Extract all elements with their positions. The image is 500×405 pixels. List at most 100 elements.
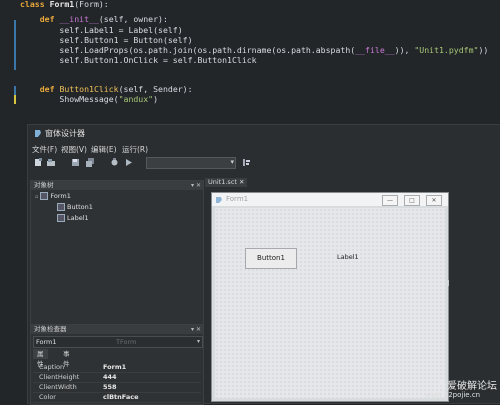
debug-icon[interactable] — [110, 158, 119, 167]
tab-properties[interactable]: 属性 — [33, 349, 48, 368]
label1-control[interactable]: Label1 — [337, 253, 359, 261]
code-token: "andux" — [118, 94, 154, 104]
resize-handle[interactable] — [448, 280, 449, 286]
panel-pin-close-icon[interactable]: ▾ ✕ — [191, 181, 201, 190]
design-surface: Unit1.sct ✕ Form1 — □ ✕ Button1 Label1 — [205, 178, 500, 403]
panel-pin-close-icon[interactable]: ▾ ✕ — [191, 325, 201, 334]
designer-title: 窗体设计器 — [45, 129, 85, 138]
code-token: (Form): — [74, 0, 109, 9]
code-token: self.Button1 = Button(self) — [20, 35, 193, 45]
code-token: "Unit1.pydfm" — [414, 45, 479, 55]
property-value[interactable]: 444 — [103, 373, 117, 382]
property-name: Color — [39, 393, 56, 401]
code-line: self.LoadProps(os.path.join(os.path.dirn… — [20, 45, 488, 55]
app-icon — [35, 130, 41, 137]
selected-object: Form1 — [36, 338, 57, 346]
property-name: ClientHeight — [39, 373, 80, 381]
code-token: class — [20, 0, 50, 9]
change-marker — [14, 20, 16, 70]
form-titlebar[interactable]: Form1 — □ ✕ — [212, 193, 448, 206]
code-line: ShowMessage("andux") — [20, 94, 158, 104]
property-value[interactable]: 558 — [103, 383, 117, 392]
code-token: self.Button1.OnClick = self.Button1Click — [20, 55, 257, 65]
editor-gutter — [0, 0, 20, 124]
designer-titlebar[interactable]: 窗体设计器 — [28, 125, 500, 142]
property-value[interactable]: Form1 — [103, 363, 126, 372]
menu-view[interactable]: 视图(V) — [61, 144, 87, 155]
code-token: ) — [153, 94, 159, 104]
button-icon — [57, 203, 65, 211]
tab-unit1[interactable]: Unit1.sct ✕ — [205, 178, 248, 187]
menu-edit[interactable]: 编辑(E) — [91, 144, 117, 155]
form-designer-window[interactable]: 窗体设计器 文件(F) 视图(V) 编辑(E) 运行(R) ▾ 对象树 ▾ ✕ … — [27, 124, 500, 405]
object-inspector-title: 对象检查器 — [34, 325, 67, 333]
code-line: self.Button1 = Button(self) — [20, 35, 193, 45]
code-line: self.Button1.OnClick = self.Button1Click — [20, 55, 257, 65]
collapse-icon[interactable]: ▫ — [35, 194, 38, 200]
close-icon[interactable]: ✕ — [239, 178, 244, 186]
code-editor[interactable]: class Form1(Form): def __init__(self, ow… — [0, 0, 500, 124]
form-title: Form1 — [226, 195, 249, 203]
code-line: self.Label1 = Label(self) — [20, 25, 183, 35]
form-icon — [40, 192, 49, 200]
tree-item-label: Button1 — [67, 203, 93, 211]
watermark-title: 吾爱破解论坛 — [437, 381, 497, 392]
code-line: class Form1(Form): — [20, 0, 109, 9]
save-all-icon[interactable] — [86, 158, 95, 167]
tree-item-label1[interactable]: Label1 — [57, 214, 89, 222]
close-button[interactable]: ✕ — [426, 195, 442, 206]
run-icon[interactable] — [124, 158, 133, 167]
property-row[interactable]: ClientHeight 444 — [33, 373, 201, 383]
chevron-down-icon: ▾ — [230, 158, 234, 166]
save-icon[interactable] — [71, 158, 80, 167]
tree-item-label: Form1 — [50, 192, 71, 200]
property-name: ClientWidth — [39, 383, 77, 391]
maximize-button[interactable]: □ — [404, 195, 420, 206]
toolbar — [28, 155, 500, 171]
new-icon[interactable] — [34, 158, 43, 167]
tab-events[interactable]: 事件 — [59, 349, 74, 368]
code-token: __file__ — [355, 45, 395, 55]
code-token: self.Label1 = Label(self) — [20, 25, 183, 35]
code-token: def — [20, 84, 60, 94]
current-line-marker — [14, 95, 16, 104]
code-token: ShowMessage( — [20, 94, 119, 104]
align-icon[interactable] — [242, 158, 251, 167]
watermark-url: www.52pojie.cn — [425, 391, 481, 399]
menu-run[interactable]: 运行(R) — [122, 144, 148, 155]
tree-item-button1[interactable]: Button1 — [57, 203, 93, 211]
object-select[interactable]: Form1 TForm ▾ — [33, 336, 203, 348]
object-tree-title: 对象树 — [34, 181, 54, 189]
component-select[interactable]: ▾ — [146, 157, 236, 169]
button1-control[interactable]: Button1 — [245, 248, 297, 269]
code-token: Form1 — [49, 0, 75, 9]
code-token: __init__ — [59, 14, 99, 24]
label-icon — [57, 214, 65, 222]
menu-file[interactable]: 文件(F) — [32, 144, 57, 155]
minimize-button[interactable]: — — [382, 195, 398, 206]
code-token: (self, owner): — [98, 14, 168, 24]
chevron-down-icon: ▾ — [196, 338, 200, 345]
object-tree-header: 对象树 ▾ ✕ — [31, 181, 203, 190]
form-icon — [216, 197, 222, 203]
selected-object-type: TForm — [116, 338, 137, 346]
tree-item-form1[interactable]: ▫ Form1 — [35, 192, 71, 200]
property-name: Caption — [39, 363, 65, 371]
open-icon[interactable] — [47, 158, 56, 167]
code-token: def — [20, 14, 60, 24]
code-token: self.LoadProps(os.path.join(os.path.dirn… — [20, 45, 356, 55]
code-token: )), — [394, 45, 415, 55]
code-line: def Button1Click(self, Sender): — [20, 84, 193, 94]
property-row[interactable]: Caption Form1 — [33, 363, 201, 373]
property-value[interactable]: clBtnFace — [103, 393, 138, 402]
object-tree-panel: 对象树 ▾ ✕ ▫ Form1 Button1 Label1 — [30, 180, 204, 325]
form-client-area[interactable]: Button1 Label1 — [215, 208, 445, 398]
tab-label: Unit1.sct — [208, 178, 237, 186]
object-inspector-panel: 对象检查器 ▾ ✕ Form1 TForm ▾ 属性 事件 Caption Fo… — [30, 324, 204, 405]
code-token: )) — [478, 45, 489, 55]
tree-item-label: Label1 — [67, 214, 89, 222]
menu-bar: 文件(F) 视图(V) 编辑(E) 运行(R) — [28, 143, 500, 155]
object-inspector-header: 对象检查器 ▾ ✕ — [31, 325, 203, 334]
property-row[interactable]: ClientWidth 558 — [33, 383, 201, 393]
designed-form[interactable]: Form1 — □ ✕ Button1 Label1 — [211, 192, 449, 402]
